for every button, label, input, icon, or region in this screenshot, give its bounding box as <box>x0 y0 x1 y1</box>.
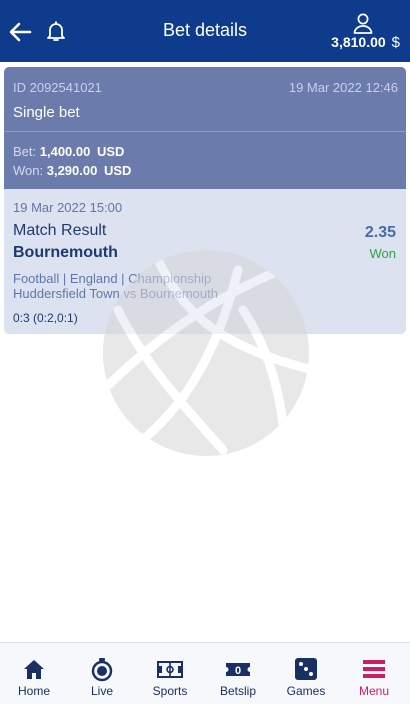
odds-value: 2.35 <box>364 224 396 241</box>
nav-home-label: Home <box>17 684 50 698</box>
stopwatch-icon <box>91 658 113 682</box>
event-date: 19 Mar 2022 15:00 <box>13 200 123 215</box>
nav-sports-label: Sports <box>152 684 188 698</box>
home-icon <box>24 660 44 679</box>
nav-betslip-label: Betslip <box>219 684 257 698</box>
user-icon <box>353 13 373 34</box>
back-arrow-icon[interactable] <box>6 18 34 46</box>
nav-live[interactable]: Live <box>68 643 136 704</box>
top-bar: Bet details 3,810.00 $ <box>0 0 410 62</box>
stake-line: Bet: 1,400.00 USD <box>13 144 124 159</box>
betslip-count: 0 <box>235 665 241 677</box>
nav-games-label: Games <box>286 684 326 698</box>
nav-games[interactable]: Games <box>272 643 340 704</box>
balance-amount: 3,810.00 <box>331 34 386 50</box>
stake-label: Bet: <box>13 144 37 159</box>
teams: Huddersfield Town vs Bournemouth <box>13 286 218 301</box>
nav-menu-label: Menu <box>358 684 390 698</box>
bet-summary <box>4 132 406 189</box>
winnings-line: Won: 3,290.00 USD <box>13 163 131 178</box>
field-icon <box>157 661 183 678</box>
currency-symbol: $ <box>391 34 400 51</box>
stake-currency: USD <box>96 144 125 159</box>
bet-details-card: ID 2092541021 19 Mar 2022 12:46 Single b… <box>4 67 406 334</box>
nav-home[interactable]: Home <box>0 643 68 704</box>
won-currency: USD <box>103 163 132 178</box>
nav-menu[interactable]: Menu <box>340 643 408 704</box>
nav-live-label: Live <box>90 684 113 698</box>
ticket-icon: 0 <box>226 663 250 677</box>
market-name: Match Result <box>13 222 107 239</box>
nav-sports[interactable]: Sports <box>136 643 204 704</box>
event-section: 19 Mar 2022 15:00 Match Result 2.35 Bour… <box>4 189 406 334</box>
balance: 3,810.00 $ <box>331 34 400 51</box>
nav-betslip[interactable]: 0 Betslip <box>204 643 272 704</box>
bet-header <box>4 67 406 131</box>
bell-icon[interactable] <box>44 19 68 43</box>
menu-icon <box>363 660 385 678</box>
selection-name: Bournemouth <box>13 244 118 261</box>
bet-datetime: 19 Mar 2022 12:46 <box>288 80 398 95</box>
stake-value: 1,400.00 <box>39 144 91 159</box>
score: 0:3 (0:2,0:1) <box>13 311 78 325</box>
dice-icon <box>295 658 317 680</box>
bet-id: ID 2092541021 <box>13 80 102 95</box>
category-path: Football | England | Championship <box>13 271 212 286</box>
bet-type: Single bet <box>13 104 80 121</box>
won-value: 3,290.00 <box>46 163 98 178</box>
status-badge: Won <box>369 246 397 261</box>
bottom-nav: Home Live Sports 0 Betslip Games Menu <box>0 642 410 704</box>
account-balance-button[interactable]: 3,810.00 $ <box>310 10 400 56</box>
won-label: Won: <box>13 163 44 178</box>
